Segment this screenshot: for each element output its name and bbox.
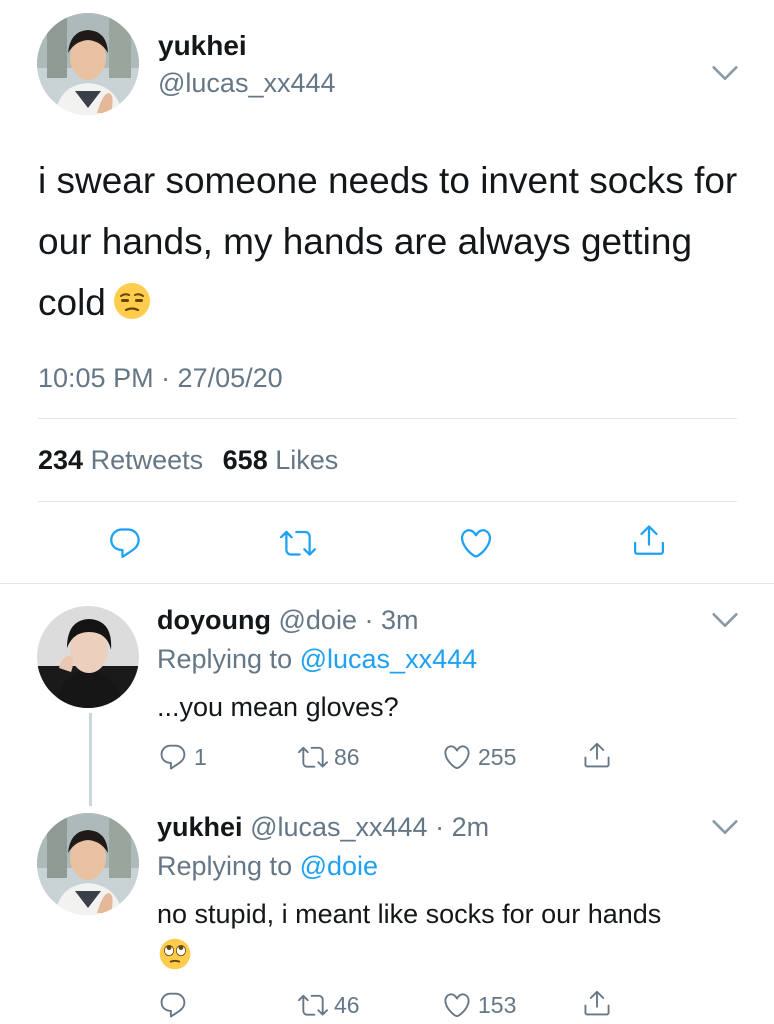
user-avatar-yukhei[interactable] [37, 13, 139, 115]
replying-to-link[interactable]: @lucas_xx444 [300, 644, 478, 674]
replying-to-link[interactable]: @doie [300, 851, 378, 881]
reply-age[interactable]: · 2m [435, 812, 489, 842]
share-icon[interactable] [631, 522, 667, 558]
retweet-count: 86 [334, 743, 360, 770]
user-avatar-yukhei[interactable] [37, 813, 139, 915]
reply-header: yukhei @lucas_xx444 · 2m [157, 812, 489, 843]
reply-text: ...you mean gloves? [157, 692, 399, 722]
share-action[interactable] [582, 988, 612, 1018]
reply-icon[interactable] [158, 742, 188, 772]
chevron-down-icon[interactable] [708, 56, 742, 90]
like-icon[interactable] [442, 742, 472, 772]
retweet-count[interactable]: 234 [38, 445, 83, 475]
reply-handle[interactable]: @doie [279, 605, 357, 635]
retweet-icon[interactable] [280, 525, 316, 561]
reply-icon[interactable] [107, 525, 143, 561]
divider [0, 583, 774, 584]
rolling-eyes-face-icon [159, 938, 191, 970]
tweet-stats: 234 Retweets 658 Likes [38, 445, 338, 476]
share-icon[interactable] [582, 740, 612, 770]
reply-action[interactable] [158, 990, 194, 1020]
like-icon[interactable] [458, 525, 494, 561]
retweet-label[interactable]: Retweets [91, 445, 204, 475]
chevron-down-icon[interactable] [708, 603, 742, 637]
share-action[interactable] [582, 740, 612, 770]
tweet-text: i swear someone needs to invent socks fo… [38, 150, 738, 333]
like-action[interactable]: 153 [442, 990, 516, 1020]
retweet-count: 46 [334, 991, 360, 1018]
reply-age[interactable]: · 3m [364, 605, 418, 635]
retweet-icon[interactable] [298, 742, 328, 772]
like-count: 255 [478, 743, 517, 770]
reply-display-name[interactable]: yukhei [157, 812, 243, 842]
like-icon[interactable] [442, 990, 472, 1020]
reply-icon[interactable] [158, 990, 188, 1020]
reply-handle[interactable]: @lucas_xx444 [250, 812, 428, 842]
retweet-icon[interactable] [298, 990, 328, 1020]
reply-header: doyoung @doie · 3m [157, 605, 418, 636]
replying-to-label: Replying to [157, 644, 293, 674]
like-label[interactable]: Likes [275, 445, 338, 475]
like-action[interactable]: 255 [442, 742, 516, 772]
like-count[interactable]: 658 [223, 445, 268, 475]
reply-count: 1 [194, 743, 207, 770]
reply-display-name[interactable]: doyoung [157, 605, 271, 635]
tweet-timestamp[interactable]: 10:05 PM · 27/05/20 [38, 363, 283, 394]
share-icon[interactable] [582, 988, 612, 1018]
thread-line [89, 713, 92, 806]
chevron-down-icon[interactable] [708, 810, 742, 844]
user-handle[interactable]: @lucas_xx444 [158, 68, 336, 99]
replying-to: Replying to @doie [157, 851, 378, 882]
divider [38, 501, 737, 502]
like-count: 153 [478, 991, 517, 1018]
reply-text: no stupid, i meant like socks for our ha… [157, 899, 662, 929]
user-avatar-doyoung[interactable] [37, 606, 139, 708]
unamused-face-icon [113, 283, 150, 319]
reply-action[interactable]: 1 [158, 742, 207, 772]
retweet-action[interactable]: 46 [298, 990, 360, 1020]
display-name[interactable]: yukhei [158, 30, 247, 62]
replying-to-label: Replying to [157, 851, 293, 881]
divider [38, 418, 737, 419]
replying-to: Replying to @lucas_xx444 [157, 644, 477, 675]
retweet-action[interactable]: 86 [298, 742, 360, 772]
